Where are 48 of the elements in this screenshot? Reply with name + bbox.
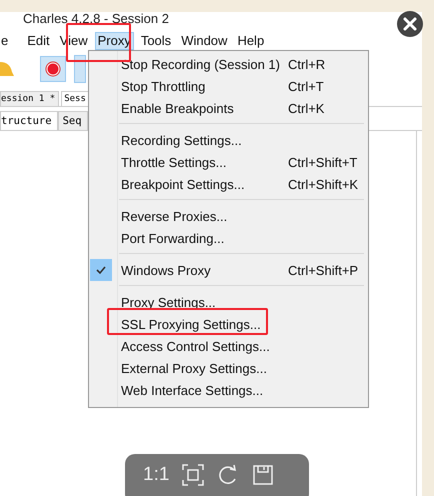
menu-option-label: Reverse Proxies... — [120, 208, 228, 224]
menu-option-label: Stop Throttling — [120, 78, 206, 94]
menu-option[interactable]: Enable Breakpoints Ctrl+K — [89, 97, 368, 119]
shortcut-label: Ctrl+T — [288, 78, 325, 94]
menu-option[interactable]: Breakpoint Settings... Ctrl+Shift+K — [89, 173, 368, 195]
menu-option-label: External Proxy Settings... — [120, 360, 267, 376]
menu-option[interactable]: Port Forwarding... — [89, 227, 368, 249]
menu-option[interactable]: Web Interface Settings... — [89, 379, 368, 401]
save-icon[interactable] — [252, 464, 274, 486]
window-title: Charles 4.2.8 - Session 2 — [23, 12, 169, 26]
fit-icon[interactable] — [182, 464, 204, 486]
menu-option[interactable]: Reverse Proxies... — [89, 205, 368, 227]
menu-option-label: Windows Proxy — [120, 262, 211, 278]
shortcut-label: Ctrl+R — [288, 56, 326, 72]
menu-item[interactable]: Edit — [24, 32, 53, 50]
menu-option-label: Breakpoint Settings... — [120, 176, 245, 192]
menu-option[interactable]: External Proxy Settings... — [89, 357, 368, 379]
session-tab[interactable]: ession 1 * — [0, 91, 60, 106]
menu-option[interactable]: Recording Settings... — [89, 129, 368, 151]
session-tab[interactable]: Sess — [61, 91, 90, 106]
toolbar-button[interactable] — [74, 55, 86, 83]
menu-option[interactable]: Windows Proxy Ctrl+Shift+P — [89, 259, 368, 281]
menu-item[interactable]: Help — [234, 32, 268, 50]
menu-option[interactable]: Stop Throttling Ctrl+T — [89, 75, 368, 97]
menu-item[interactable]: e — [0, 32, 12, 50]
menu-item[interactable]: Tools — [138, 32, 174, 50]
menu-option-label: Recording Settings... — [120, 132, 242, 148]
shortcut-label: Ctrl+Shift+T — [288, 154, 358, 170]
record-button[interactable] — [40, 56, 66, 82]
menu-option-label: Enable Breakpoints — [120, 100, 234, 116]
menu-item[interactable]: Proxy — [94, 32, 134, 50]
shortcut-label: Ctrl+Shift+P — [288, 262, 360, 278]
menu-option-label: Web Interface Settings... — [120, 382, 264, 398]
menu-option[interactable]: Throttle Settings... Ctrl+Shift+T — [89, 151, 368, 173]
menu-option-label: Throttle Settings... — [120, 154, 226, 170]
view-tab[interactable]: Seq — [58, 111, 88, 130]
zoom-button[interactable]: 1:1 — [143, 464, 170, 486]
menu-option[interactable]: Access Control Settings... — [89, 335, 368, 357]
view-tab[interactable]: tructure — [0, 111, 58, 130]
menu-option-label: Proxy Settings... — [120, 294, 216, 310]
close-icon[interactable] — [396, 10, 424, 38]
shortcut-label: Ctrl+Shift+K — [288, 176, 360, 192]
record-icon — [45, 61, 61, 77]
menu-item[interactable]: Window — [178, 32, 230, 50]
shortcut-label: Ctrl+K — [288, 100, 326, 116]
menu-option-label: SSL Proxying Settings... — [120, 316, 261, 332]
menu-option-label: Port Forwarding... — [120, 230, 224, 246]
menu-option-label: Access Control Settings... — [120, 338, 270, 354]
